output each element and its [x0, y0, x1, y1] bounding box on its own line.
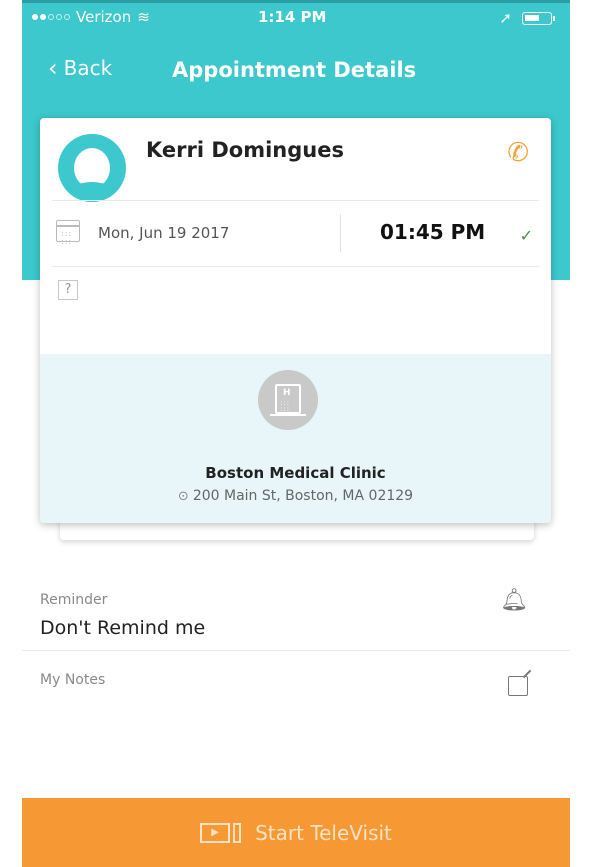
edit-icon[interactable]: [508, 676, 528, 696]
appointment-time: 01:45 PM: [380, 220, 486, 244]
video-icon: ▶: [200, 822, 242, 843]
location-arrow-icon: ➚: [499, 9, 512, 27]
location-pin-icon: ⊙: [177, 489, 189, 504]
unknown-field-icon[interactable]: ?: [58, 280, 78, 300]
back-button[interactable]: ‹ Back: [48, 56, 112, 80]
phone-icon[interactable]: ✆: [507, 138, 529, 168]
nav-bar: ‹ Back Appointment Details: [22, 50, 570, 90]
bell-icon[interactable]: 🔔︎: [500, 588, 528, 613]
status-icons: ➚: [499, 9, 555, 27]
clinic-section[interactable]: H:::::: Boston Medical Clinic ⊙ 200 Main …: [40, 354, 551, 523]
divider: [52, 266, 539, 267]
vertical-divider: [340, 214, 341, 252]
notes-label: My Notes: [40, 672, 106, 688]
reminder-value[interactable]: Don't Remind me: [40, 617, 205, 639]
divider: [22, 650, 570, 651]
date-time-row: :::::: Mon, Jun 19 2017 01:45 PM ✓: [40, 200, 551, 266]
clinic-address: 200 Main St, Boston, MA 02129: [192, 488, 414, 504]
start-televisit-label: Start TeleVisit: [255, 820, 392, 845]
signal-icon: [32, 14, 70, 20]
reminder-label: Reminder: [40, 592, 108, 608]
status-bar: Verizon ≋ 1:14 PM ➚: [22, 6, 570, 30]
clinic-address-line: ⊙ 200 Main St, Boston, MA 02129: [40, 488, 551, 504]
status-time: 1:14 PM: [258, 8, 327, 26]
appointment-date: Mon, Jun 19 2017: [98, 224, 230, 242]
avatar: [58, 134, 126, 202]
appointment-card: Kerri Domingues ✆ :::::: Mon, Jun 19 201…: [40, 118, 551, 523]
patient-name: Kerri Domingues: [146, 138, 344, 162]
carrier-info: Verizon ≋: [32, 8, 150, 26]
calendar-icon: ::::::: [56, 220, 80, 246]
wifi-icon: ≋: [137, 8, 150, 26]
carrier-name: Verizon: [76, 8, 132, 26]
battery-icon: [522, 11, 555, 25]
top-edge: [22, 0, 570, 3]
start-televisit-button[interactable]: ▶ Start TeleVisit: [22, 798, 570, 867]
page-title: Appointment Details: [172, 58, 417, 82]
back-label: Back: [63, 56, 113, 80]
chevron-left-icon: ‹: [48, 54, 58, 82]
app-screen: Verizon ≋ 1:14 PM ➚ ‹ Back Appointment D…: [22, 0, 570, 867]
hospital-building-icon: H::::::: [258, 370, 318, 430]
clinic-name: Boston Medical Clinic: [205, 464, 386, 482]
check-icon: ✓: [519, 226, 533, 245]
